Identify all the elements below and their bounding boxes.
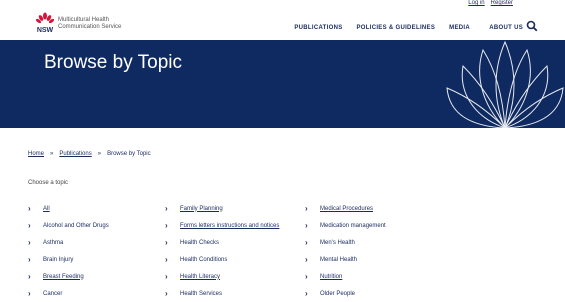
choose-topic-label: Choose a topic (28, 180, 69, 186)
nav-media[interactable]: MEDIA (449, 25, 470, 31)
topic-label[interactable]: Cancer (43, 291, 62, 297)
topic-label[interactable]: Older People (320, 291, 355, 297)
chevron-right-icon: › (305, 272, 308, 281)
topic-column-1: › All › Alcohol and Other Drugs › Asthma › B… (28, 200, 109, 302)
chevron-right-icon: › (305, 221, 308, 230)
topic-label[interactable]: Medical Procedures (320, 206, 373, 212)
page-title: Browse by Topic (44, 52, 182, 73)
hero-banner: Browse by Topic (0, 40, 565, 128)
waratah-logo-icon[interactable]: NSW (34, 12, 56, 34)
topic-item-all[interactable]: › All (28, 200, 109, 217)
chevron-right-icon: › (28, 238, 31, 247)
chevron-right-icon: › (305, 204, 308, 213)
topic-label[interactable]: All (43, 206, 50, 212)
topic-label[interactable]: Medication management (320, 223, 386, 229)
topic-item-forms[interactable]: › Forms letters instructions and notices (165, 217, 279, 234)
topic-item-mental-health[interactable]: › Mental Health (305, 251, 386, 268)
topic-label[interactable]: Health Conditions (180, 257, 227, 263)
search-icon[interactable] (526, 20, 538, 32)
topic-item-family-planning[interactable]: › Family Planning (165, 200, 279, 217)
topic-item-health-conditions[interactable]: › Health Conditions (165, 251, 279, 268)
topic-label[interactable]: Health Services (180, 291, 222, 297)
topic-label[interactable]: Alcohol and Other Drugs (43, 223, 109, 229)
topic-item-medication[interactable]: › Medication management (305, 217, 386, 234)
topic-label[interactable]: Health Checks (180, 240, 219, 246)
topic-item-health-checks[interactable]: › Health Checks (165, 234, 279, 251)
breadcrumb-home[interactable]: Home (28, 151, 44, 157)
topic-item-cancer[interactable]: › Cancer (28, 285, 109, 302)
breadcrumb-separator: » (97, 151, 102, 157)
header: NSW Multicultural Health Communication S… (0, 8, 565, 42)
topic-label[interactable]: Health Literacy (180, 274, 220, 280)
chevron-right-icon: › (28, 255, 31, 264)
nav-publications[interactable]: PUBLICATIONS (294, 25, 342, 31)
chevron-right-icon: › (28, 221, 31, 230)
chevron-right-icon: › (28, 289, 31, 298)
chevron-right-icon: › (165, 272, 168, 281)
chevron-right-icon: › (165, 204, 168, 213)
chevron-right-icon: › (305, 238, 308, 247)
topic-label[interactable]: Breast Feeding (43, 274, 84, 280)
topic-label[interactable]: Forms letters instructions and notices (180, 223, 279, 229)
logo-text: NSW (37, 27, 54, 34)
top-links: Log in Register (468, 0, 513, 6)
topic-item-health-literacy[interactable]: › Health Literacy (165, 268, 279, 285)
topic-item-older-people[interactable]: › Older People (305, 285, 386, 302)
topic-label[interactable]: Brain Injury (43, 257, 73, 263)
chevron-right-icon: › (165, 238, 168, 247)
chevron-right-icon: › (28, 204, 31, 213)
nav-about[interactable]: ABOUT US (489, 25, 523, 31)
register-link[interactable]: Register (491, 0, 513, 6)
topic-item-asthma[interactable]: › Asthma (28, 234, 109, 251)
chevron-right-icon: › (305, 289, 308, 298)
topic-item-brain-injury[interactable]: › Brain Injury (28, 251, 109, 268)
login-link[interactable]: Log in (468, 0, 484, 6)
main-nav: PUBLICATIONS POLICIES & GUIDELINES MEDIA (294, 25, 470, 31)
breadcrumb-current: Browse by Topic (107, 151, 151, 157)
nav-policies[interactable]: POLICIES & GUIDELINES (357, 25, 436, 31)
org-name: Multicultural Health Communication Servi… (58, 17, 121, 31)
topic-item-alcohol[interactable]: › Alcohol and Other Drugs (28, 217, 109, 234)
topic-column-2: › Family Planning › Forms letters instruct… (165, 200, 279, 302)
topic-label[interactable]: Family Planning (180, 206, 223, 212)
topic-column-3: › Medical Procedures › Medication manageme… (305, 200, 386, 302)
topic-item-medical-procedures[interactable]: › Medical Procedures (305, 200, 386, 217)
topic-item-mens-health[interactable]: › Men's Health (305, 234, 386, 251)
chevron-right-icon: › (165, 221, 168, 230)
topic-label[interactable]: Mental Health (320, 257, 357, 263)
chevron-right-icon: › (28, 272, 31, 281)
breadcrumb-separator: » (50, 151, 54, 157)
chevron-right-icon: › (165, 255, 168, 264)
topic-label[interactable]: Men's Health (320, 240, 355, 246)
chevron-right-icon: › (305, 255, 308, 264)
topic-label[interactable]: Nutrition (320, 274, 342, 280)
waratah-outline-graphic (446, 40, 564, 128)
topic-item-nutrition[interactable]: › Nutrition (305, 268, 386, 285)
topic-label[interactable]: Asthma (43, 240, 63, 246)
topic-item-breast-feeding[interactable]: › Breast Feeding (28, 268, 109, 285)
breadcrumb-publications[interactable]: Publications (59, 151, 91, 157)
org-line-2: Communication Service (58, 24, 122, 30)
breadcrumb: Home » Publications » Browse by Topic (28, 151, 151, 157)
chevron-right-icon: › (165, 289, 168, 298)
topic-item-health-services[interactable]: › Health Services (165, 285, 279, 302)
org-line-1: Multicultural Health (58, 17, 110, 23)
